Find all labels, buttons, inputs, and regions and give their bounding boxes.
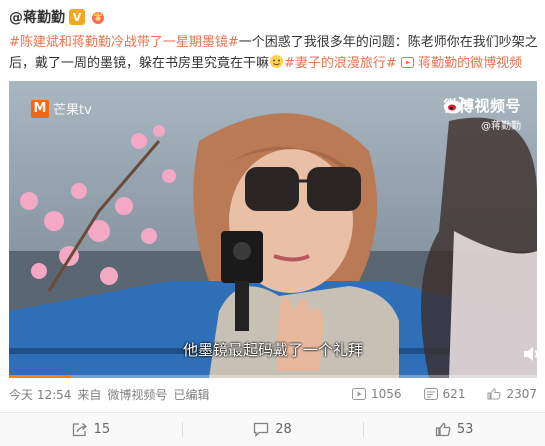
post-source[interactable]: 微博视频号	[107, 386, 167, 403]
topic-link[interactable]: #陈建斌和蒋勤勤冷战带了一星期墨镜#	[9, 35, 239, 50]
share-button[interactable]: 15	[0, 413, 182, 446]
thumbs-up-icon	[487, 388, 502, 400]
like-button[interactable]: 53	[363, 413, 545, 446]
post-meta: 今天 12:54 来自 微博视频号 已编辑 1056 621 2307	[9, 385, 537, 403]
share-count: 15	[93, 422, 111, 437]
share-icon	[72, 423, 87, 437]
likes-count: 2307	[506, 387, 537, 401]
views-stat: 1056	[352, 387, 402, 401]
video-progress-bar[interactable]	[9, 375, 537, 378]
likes-stat[interactable]: 2307	[487, 387, 537, 401]
emoji-icon	[269, 55, 284, 71]
video-progress-fill	[9, 375, 73, 378]
action-bar: 15 28 53	[0, 413, 545, 446]
like-icon	[435, 422, 451, 437]
weibo-handle: @蒋勤勤	[481, 121, 521, 132]
mango-tv-logo: M 芒果tv	[31, 99, 92, 118]
video-link[interactable]: 蒋勤勤的微博视频	[400, 56, 523, 71]
source-prefix: 来自	[77, 387, 102, 402]
video-frame	[9, 81, 537, 378]
author-name[interactable]: @蒋勤勤	[9, 7, 65, 27]
comment-button[interactable]: 28	[181, 413, 364, 446]
video-player[interactable]: M 芒果tv 微博视频号 @蒋勤勤 他墨镜最起码戴了一个礼拜	[9, 81, 537, 378]
like-count: 53	[456, 422, 474, 437]
weibo-video-logo: 微博视频号 @蒋勤勤	[443, 95, 521, 132]
danmaku-icon	[423, 388, 438, 400]
weibo-logo-icon	[444, 97, 467, 114]
mango-logo-icon: M	[31, 99, 49, 118]
mango-logo-text: 芒果tv	[53, 103, 92, 118]
video-link-icon	[400, 57, 414, 68]
comment-icon	[254, 422, 269, 437]
video-link-label: 蒋勤勤的微博视频	[418, 56, 523, 71]
verified-badge-icon: V	[69, 9, 85, 25]
video-subtitle: 他墨镜最起码戴了一个礼拜	[182, 341, 363, 359]
comments-stat[interactable]: 621	[423, 387, 466, 401]
edited-label[interactable]: 已编辑	[173, 386, 209, 403]
views-count: 1056	[371, 387, 402, 401]
post-text: #陈建斌和蒋勤勤冷战带了一星期墨镜#一个困惑了我很多年的问题：陈老师你在我们吵架…	[9, 32, 539, 74]
play-count-icon	[352, 388, 366, 400]
post-time[interactable]: 今天 12:54	[9, 386, 71, 403]
comment-count: 28	[275, 422, 292, 437]
comments-count: 621	[442, 387, 466, 401]
post-header: @蒋勤勤 V	[9, 6, 107, 28]
medal-icon[interactable]	[89, 9, 107, 25]
topic-link[interactable]: #妻子的浪漫旅行#	[284, 56, 397, 71]
